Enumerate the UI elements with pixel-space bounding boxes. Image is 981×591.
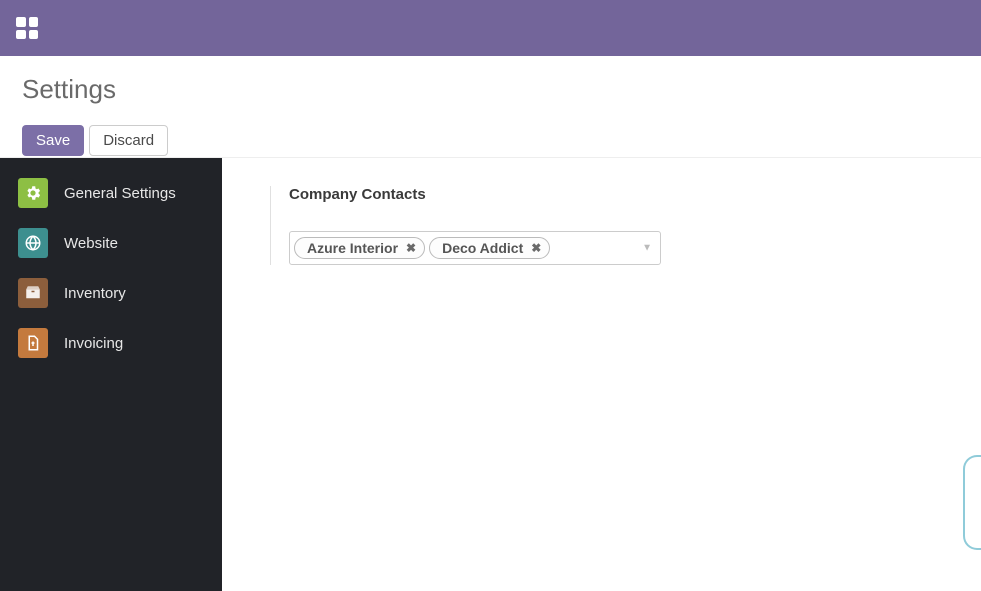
sidebar-item-label: Invoicing bbox=[64, 335, 123, 352]
tag-deco-addict: Deco Addict ✖ bbox=[429, 237, 550, 259]
company-contacts-tags-input[interactable]: Azure Interior ✖ Deco Addict ✖ ▼ bbox=[289, 231, 661, 265]
discard-button[interactable]: Discard bbox=[89, 125, 168, 156]
top-navbar bbox=[0, 0, 981, 56]
settings-sidebar: General Settings Website Inventory Invoi… bbox=[0, 158, 222, 591]
tag-label: Azure Interior bbox=[307, 240, 398, 256]
sidebar-item-label: Inventory bbox=[64, 285, 126, 302]
main-panel: Company Contacts Azure Interior ✖ Deco A… bbox=[222, 158, 981, 591]
sidebar-item-website[interactable]: Website bbox=[0, 218, 222, 268]
page-header: Settings Save Discard bbox=[0, 56, 981, 158]
sidebar-item-label: Website bbox=[64, 235, 118, 252]
tag-label: Deco Addict bbox=[442, 240, 523, 256]
company-contacts-section: Company Contacts Azure Interior ✖ Deco A… bbox=[270, 186, 981, 265]
remove-tag-icon[interactable]: ✖ bbox=[406, 241, 416, 255]
gear-icon bbox=[18, 178, 48, 208]
tag-azure-interior: Azure Interior ✖ bbox=[294, 237, 425, 259]
sidebar-item-label: General Settings bbox=[64, 185, 176, 202]
box-icon bbox=[18, 278, 48, 308]
apps-menu-icon[interactable] bbox=[16, 17, 38, 39]
globe-icon bbox=[18, 228, 48, 258]
sidebar-item-invoicing[interactable]: Invoicing bbox=[0, 318, 222, 368]
section-title: Company Contacts bbox=[289, 186, 981, 203]
invoice-icon bbox=[18, 328, 48, 358]
sidebar-item-inventory[interactable]: Inventory bbox=[0, 268, 222, 318]
toolbar: Save Discard bbox=[22, 125, 959, 156]
save-button[interactable]: Save bbox=[22, 125, 84, 156]
remove-tag-icon[interactable]: ✖ bbox=[531, 241, 541, 255]
page-title: Settings bbox=[22, 56, 959, 105]
sidebar-item-general-settings[interactable]: General Settings bbox=[0, 168, 222, 218]
floating-panel-edge[interactable] bbox=[963, 455, 981, 550]
chevron-down-icon[interactable]: ▼ bbox=[642, 243, 652, 254]
